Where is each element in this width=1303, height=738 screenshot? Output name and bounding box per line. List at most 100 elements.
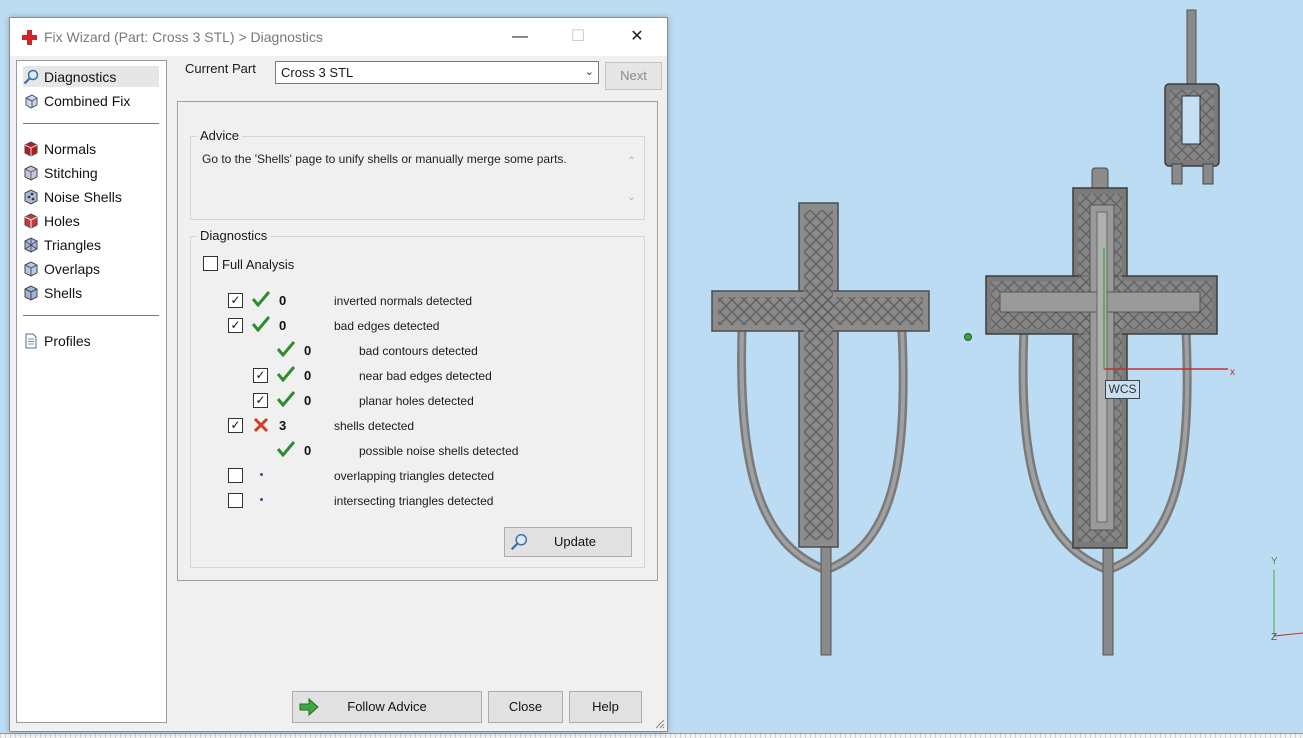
cross-model-left[interactable] <box>711 202 930 656</box>
cross-model-right[interactable] <box>985 167 1228 656</box>
row-checkbox[interactable]: ✓ <box>228 293 243 308</box>
row-checkbox[interactable]: ✓ <box>228 418 243 433</box>
check-ok-icon <box>277 441 295 457</box>
row-text: shells detected <box>334 419 415 433</box>
nav-item-label: Triangles <box>44 236 102 253</box>
holes-icon <box>24 212 38 229</box>
row-checkbox[interactable]: ✓ <box>253 368 268 383</box>
nav-item-label: Combined Fix <box>44 92 131 109</box>
row-count: 0 <box>304 368 312 383</box>
diagnostics-panel: Advice Go to the 'Shells' page to unify … <box>177 101 658 581</box>
check-ok-icon <box>277 366 295 382</box>
row-checkbox[interactable]: ✓ <box>228 318 243 333</box>
stitching-icon <box>24 164 38 181</box>
row-text: bad edges detected <box>334 319 440 333</box>
nav-item-overlaps[interactable]: Overlaps <box>23 258 100 279</box>
row-checkbox[interactable] <box>228 468 243 483</box>
nav-item-diagnostics[interactable]: Diagnostics <box>23 66 159 87</box>
row-count: 0 <box>279 318 287 333</box>
normals-icon <box>24 140 38 157</box>
document-icon <box>25 333 37 348</box>
wcs-label: WCS <box>1105 380 1140 399</box>
nav-item-label: Overlaps <box>44 260 101 277</box>
resize-grip-icon[interactable] <box>653 717 665 729</box>
title-bar[interactable]: Fix Wizard (Part: Cross 3 STL) > Diagnos… <box>10 18 667 56</box>
nav-item-label: Holes <box>44 212 80 229</box>
row-text: possible noise shells detected <box>359 444 519 458</box>
axis-y-label: Y <box>1271 556 1278 567</box>
nav-item-label: Noise Shells <box>44 188 122 205</box>
minimize-button[interactable]: — <box>497 18 543 56</box>
scroll-up-icon[interactable]: ⌃ <box>623 156 640 167</box>
current-part-value: Cross 3 STL <box>281 65 354 80</box>
pending-dot-icon <box>260 498 263 501</box>
check-ok-icon <box>277 391 295 407</box>
current-part-label: Current Part <box>185 61 256 76</box>
full-analysis-checkbox[interactable] <box>203 256 218 271</box>
arrow-right-icon <box>299 698 319 716</box>
update-label: Update <box>554 534 596 549</box>
pivot-point-icon[interactable] <box>964 333 972 341</box>
follow-advice-label: Follow Advice <box>347 699 427 714</box>
nav-item-label: Normals <box>44 140 97 157</box>
diagnostics-group: Diagnostics Full Analysis ✓ 0 inverted n… <box>190 228 645 568</box>
close-button[interactable]: Close <box>488 691 563 723</box>
row-text: planar holes detected <box>359 394 474 408</box>
nav-separator <box>23 123 159 124</box>
window-title: Fix Wizard (Part: Cross 3 STL) > Diagnos… <box>44 29 323 45</box>
advice-title: Advice <box>197 128 243 143</box>
nav-item-label: Profiles <box>44 332 91 349</box>
nav-item-label: Shells <box>44 284 83 301</box>
nav-item-combined-fix[interactable]: Combined Fix <box>23 90 130 111</box>
check-ok-icon <box>252 291 270 307</box>
nav-separator <box>23 315 159 316</box>
pending-dot-icon <box>260 473 263 476</box>
scroll-down-icon[interactable]: ⌄ <box>623 192 640 203</box>
current-part-select[interactable]: Cross 3 STL ⌄ <box>275 61 599 84</box>
maximize-button: ☐ <box>570 28 586 45</box>
axis-z-label: Z <box>1271 632 1278 643</box>
advice-text: Go to the 'Shells' page to unify shells … <box>202 152 567 166</box>
update-button[interactable]: Update <box>504 527 632 557</box>
row-count: 0 <box>279 293 287 308</box>
row-text: inverted normals detected <box>334 294 473 308</box>
advice-group: Advice Go to the 'Shells' page to unify … <box>190 128 645 220</box>
triangles-icon <box>24 236 38 253</box>
row-count: 3 <box>279 418 287 433</box>
row-count: 0 <box>304 393 312 408</box>
nav-item-noise-shells[interactable]: Noise Shells <box>23 186 122 207</box>
check-ok-icon <box>277 341 295 357</box>
shells-icon <box>24 284 38 301</box>
nav-item-label: Diagnostics <box>44 68 117 85</box>
help-button[interactable]: Help <box>569 691 642 723</box>
axis-x-label: x <box>1230 367 1235 378</box>
advice-scrollbar[interactable]: ⌃ ⌄ <box>623 154 640 212</box>
row-checkbox[interactable] <box>228 493 243 508</box>
close-window-button[interactable]: ✕ <box>614 18 660 56</box>
magnifier-icon <box>23 69 39 84</box>
overlaps-icon <box>24 260 38 277</box>
red-cross-icon <box>22 30 37 45</box>
nav-item-holes[interactable]: Holes <box>23 210 80 231</box>
nav-item-profiles[interactable]: Profiles <box>23 330 91 351</box>
check-ok-icon <box>252 316 270 332</box>
row-text: intersecting triangles detected <box>334 494 494 508</box>
diagnostics-title: Diagnostics <box>197 228 271 243</box>
nav-item-label: Stitching <box>44 164 98 181</box>
row-count: 0 <box>304 443 312 458</box>
row-checkbox[interactable]: ✓ <box>253 393 268 408</box>
pendant-bail-model[interactable] <box>1164 9 1220 185</box>
magnifier-icon <box>510 533 528 551</box>
noise-shells-icon <box>24 188 38 205</box>
follow-advice-button[interactable]: Follow Advice <box>292 691 482 723</box>
nav-item-shells[interactable]: Shells <box>23 282 82 303</box>
row-count: 0 <box>304 343 312 358</box>
bottom-ruler <box>0 733 1303 738</box>
row-text: near bad edges detected <box>359 369 492 383</box>
row-text: bad contours detected <box>359 344 478 358</box>
error-x-icon <box>253 417 269 433</box>
nav-item-triangles[interactable]: Triangles <box>23 234 101 255</box>
next-button: Next <box>605 62 662 90</box>
nav-item-stitching[interactable]: Stitching <box>23 162 98 183</box>
nav-item-normals[interactable]: Normals <box>23 138 96 159</box>
